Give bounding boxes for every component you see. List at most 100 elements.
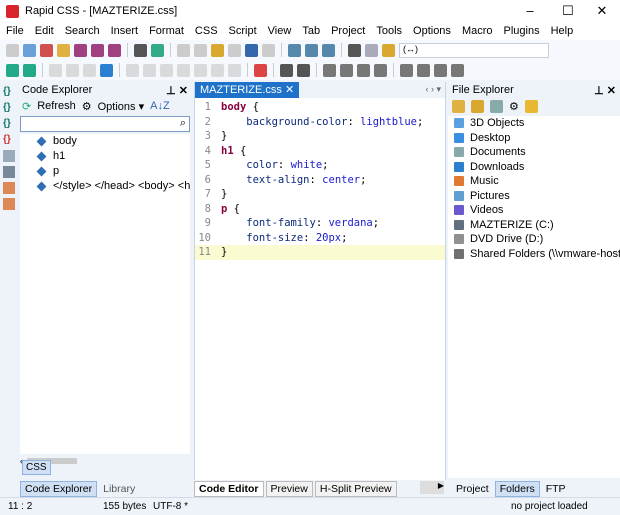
menu-format[interactable]: Format: [149, 25, 184, 37]
folder-item[interactable]: Music: [448, 174, 620, 189]
menu-search[interactable]: Search: [65, 25, 100, 37]
toolbar-button-icon[interactable]: [74, 43, 87, 57]
tab-project[interactable]: Project: [452, 482, 493, 496]
tree-item[interactable]: </style> </head> <body> <h1>MA: [20, 179, 190, 194]
tab-mazterize-css[interactable]: MAZTERIZE.css ✕: [195, 82, 300, 98]
toolbar-button-icon[interactable]: [194, 43, 207, 57]
tab-scroll-right-icon[interactable]: ▶: [420, 481, 444, 494]
folder-item[interactable]: Desktop: [448, 131, 620, 146]
toolbar-button-icon[interactable]: [374, 63, 387, 77]
toolbar-button-icon[interactable]: [262, 43, 275, 57]
tab-nav-buttons[interactable]: ‹ › ▾: [425, 84, 441, 95]
tab-folders[interactable]: Folders: [494, 481, 540, 497]
tab-library[interactable]: Library: [99, 482, 139, 496]
menu-macro[interactable]: Macro: [462, 25, 493, 37]
toolbar-button-icon[interactable]: [400, 63, 413, 77]
toolbar-button-icon[interactable]: [382, 43, 395, 57]
toolbar-button-icon[interactable]: [211, 63, 224, 77]
toolbar-button-icon[interactable]: [91, 43, 104, 57]
toolbar-button-icon[interactable]: [280, 63, 293, 77]
toolbar-button-icon[interactable]: [23, 43, 36, 57]
braces-icon[interactable]: {}: [3, 86, 15, 98]
toolbar-button-icon[interactable]: [57, 43, 70, 57]
toolbar-button-icon[interactable]: [323, 63, 336, 77]
tab-ftp[interactable]: FTP: [542, 482, 570, 496]
options-button[interactable]: Options ▾: [98, 100, 145, 113]
toolbar-button-icon[interactable]: [83, 63, 96, 77]
toolbar-button-icon[interactable]: [194, 63, 207, 77]
toolbar-button-icon[interactable]: [305, 43, 318, 57]
toolbar-button-icon[interactable]: [288, 43, 301, 57]
braces-icon[interactable]: {}: [3, 102, 15, 114]
encoding[interactable]: UTF-8 *: [153, 501, 188, 512]
maximize-button[interactable]: ☐: [550, 0, 586, 22]
menu-tools[interactable]: Tools: [376, 25, 402, 37]
toolbar-button-icon[interactable]: [108, 43, 121, 57]
braces-icon[interactable]: {}: [3, 118, 15, 130]
folder-item[interactable]: Documents: [448, 145, 620, 160]
folder-item[interactable]: Shared Folders (\\vmware-host) (Z:): [448, 247, 620, 262]
toolbar-button-icon[interactable]: [160, 63, 173, 77]
code-area[interactable]: 1 body {2 background-color: lightblue; 3} 4…: [195, 100, 445, 260]
menu-view[interactable]: View: [268, 25, 292, 37]
toolbar-button-icon[interactable]: [6, 63, 19, 77]
toolbar-button-icon[interactable]: [357, 63, 370, 77]
toolbar-button-icon[interactable]: [23, 63, 36, 77]
close-panel-icon[interactable]: ⊥ ✕: [166, 84, 188, 97]
toolbar-button-icon[interactable]: [322, 43, 335, 57]
grid-icon[interactable]: [3, 150, 15, 162]
menu-css[interactable]: CSS: [195, 25, 218, 37]
toolbar-button-icon[interactable]: [40, 43, 53, 57]
menu-options[interactable]: Options: [413, 25, 451, 37]
toolbar-button-icon[interactable]: [254, 63, 267, 77]
toolbar-button-icon[interactable]: [417, 63, 430, 77]
tab-preview[interactable]: Preview: [265, 481, 313, 497]
view-icon[interactable]: [490, 99, 503, 113]
toolbar-button-icon[interactable]: [177, 43, 190, 57]
sort-button[interactable]: A↓Z: [150, 100, 170, 112]
folder-item[interactable]: Pictures: [448, 189, 620, 204]
menu-script[interactable]: Script: [229, 25, 257, 37]
folder-item[interactable]: 3D Objects: [448, 116, 620, 131]
toolbar-button-icon[interactable]: [143, 63, 156, 77]
folder-up-icon[interactable]: [452, 99, 465, 113]
tab-code-explorer[interactable]: Code Explorer: [20, 481, 98, 497]
toolbar-button-icon[interactable]: [340, 63, 353, 77]
snippet-combo[interactable]: (↔): [399, 42, 549, 58]
folder-item[interactable]: Downloads: [448, 160, 620, 175]
menu-plugins[interactable]: Plugins: [504, 25, 540, 37]
toolbar-button-icon[interactable]: [297, 63, 310, 77]
toolbar-button-icon[interactable]: [228, 43, 241, 57]
menu-project[interactable]: Project: [331, 25, 365, 37]
toolbar-button-icon[interactable]: [126, 63, 139, 77]
toolbar-button-icon[interactable]: [134, 43, 147, 57]
close-button[interactable]: ✕: [584, 0, 620, 22]
lang-badge[interactable]: CSS: [22, 460, 51, 475]
braces-icon[interactable]: {}: [3, 134, 15, 146]
tree-item[interactable]: h1: [20, 149, 190, 164]
toolbar-button-icon[interactable]: [177, 63, 190, 77]
toolbar-button-icon[interactable]: [451, 63, 464, 77]
menu-help[interactable]: Help: [551, 25, 574, 37]
menu-insert[interactable]: Insert: [111, 25, 139, 37]
image-icon[interactable]: [3, 198, 15, 210]
folder-menu-icon[interactable]: [524, 99, 538, 113]
toolbar-button-icon[interactable]: [228, 63, 241, 77]
minimize-button[interactable]: –: [512, 0, 548, 22]
image-icon[interactable]: [3, 182, 15, 194]
toolbar-button-icon[interactable]: [245, 43, 258, 57]
toolbar-button-icon[interactable]: [100, 63, 113, 77]
toolbar-button-icon[interactable]: [151, 43, 164, 57]
tree-item[interactable]: p: [20, 164, 190, 179]
toolbar-button-icon[interactable]: [211, 43, 224, 57]
refresh-button[interactable]: Refresh: [37, 100, 76, 112]
gear-icon[interactable]: ⚙: [509, 100, 519, 113]
panel-icon[interactable]: [3, 166, 15, 178]
toolbar-button-icon[interactable]: [434, 63, 447, 77]
search-input[interactable]: ⌕: [20, 116, 190, 132]
tab-code-editor[interactable]: Code Editor: [194, 481, 264, 497]
toolbar-button-icon[interactable]: [365, 43, 378, 57]
folder-item[interactable]: DVD Drive (D:): [448, 232, 620, 247]
close-panel-icon[interactable]: ⊥ ✕: [594, 84, 616, 97]
toolbar-button-icon[interactable]: [348, 43, 361, 57]
